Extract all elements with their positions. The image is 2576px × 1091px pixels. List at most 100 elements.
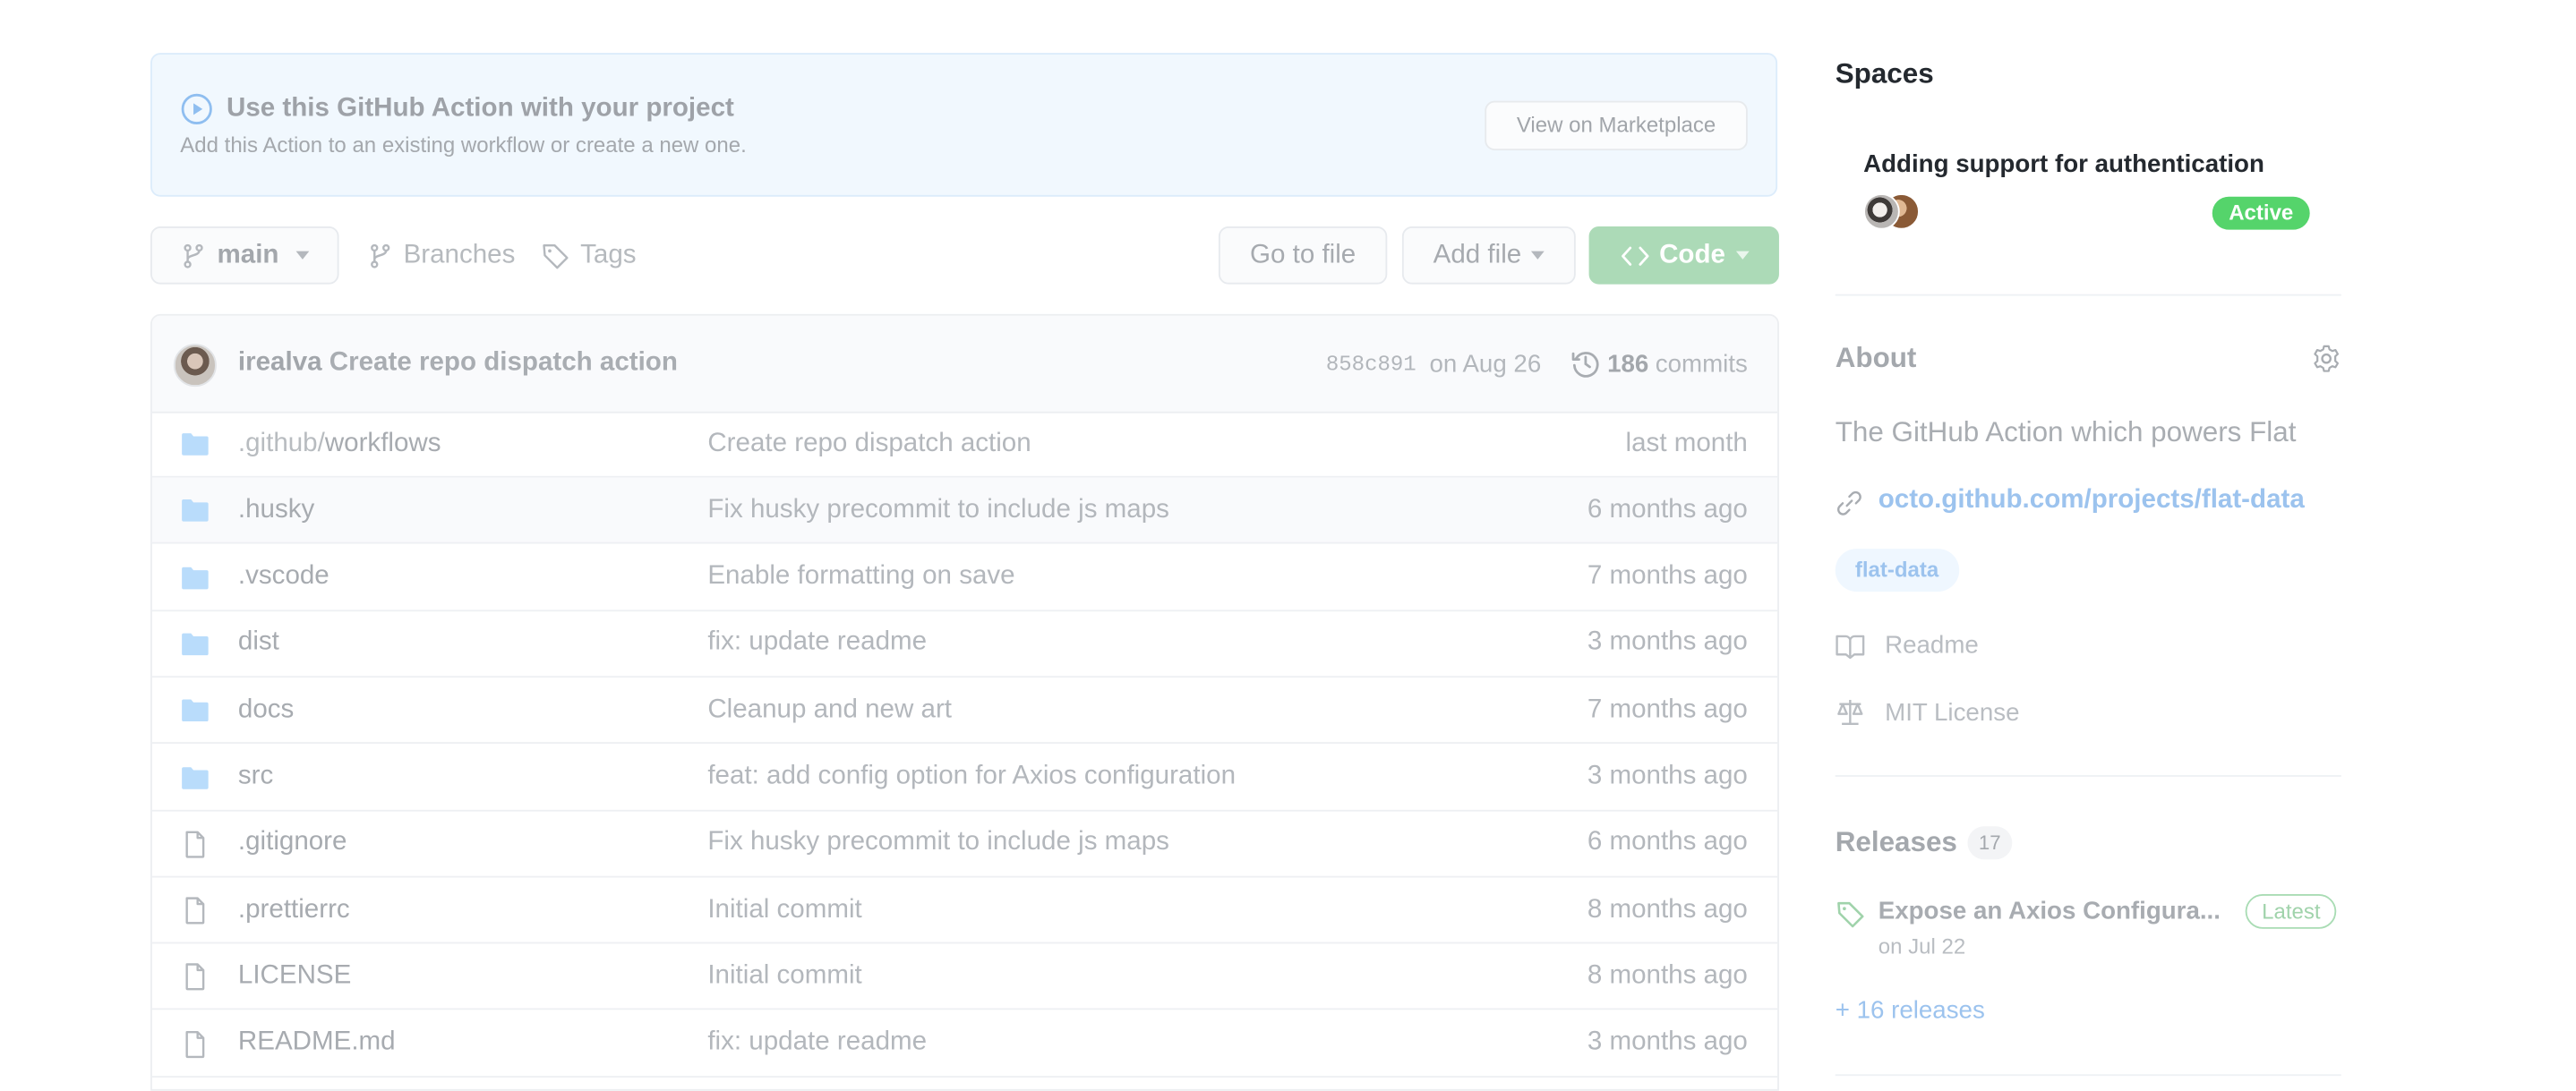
- avatar[interactable]: [173, 344, 217, 388]
- homepage-link[interactable]: octo.github.com/projects/flat-data: [1879, 486, 2305, 516]
- file-name-text: src: [237, 762, 274, 790]
- latest-commit-bar: irealva Create repo dispatch action 858c…: [151, 315, 1778, 413]
- file-icon: [185, 897, 205, 925]
- file-commit-message[interactable]: feat: add config option for Axios config…: [707, 762, 1236, 791]
- file-row[interactable]: .prettierrc Initial commit 8 months ago: [151, 878, 1778, 944]
- law-scale-icon: [1837, 700, 1863, 726]
- file-age: 6 months ago: [1587, 828, 1748, 857]
- file-name[interactable]: dist: [238, 628, 279, 658]
- spaces-heading: Spaces: [1835, 57, 1934, 89]
- file-commit-message[interactable]: fix: update readme: [707, 1028, 927, 1058]
- file-name-text: dist: [237, 628, 279, 657]
- file-name-text: .vscode: [237, 562, 329, 591]
- branch-select-button[interactable]: main: [150, 226, 339, 285]
- latest-badge: Latest: [2245, 894, 2338, 929]
- commit-message[interactable]: Create repo dispatch action: [329, 349, 678, 377]
- divider: [1835, 1074, 2341, 1077]
- file-path-prefix: .github/: [237, 429, 325, 457]
- tags-label: Tags: [580, 240, 637, 269]
- file-name-text: workflows: [324, 429, 441, 457]
- file-row[interactable]: src feat: add config option for Axios con…: [151, 745, 1778, 811]
- commit-author[interactable]: irealva: [238, 349, 322, 377]
- divider: [1835, 294, 2341, 296]
- file-age: 3 months ago: [1587, 628, 1748, 657]
- file-icon: [185, 964, 205, 992]
- commit-history-link[interactable]: 186 commits: [1571, 349, 1748, 379]
- commit-sha[interactable]: 858c891: [1326, 351, 1416, 376]
- file-row[interactable]: .gitignore Fix husky precommit to include…: [151, 811, 1778, 878]
- file-commit-message[interactable]: Fix husky precommit to include js maps: [707, 496, 1169, 525]
- latest-release-date: on Jul 22: [1878, 933, 1966, 959]
- file-age: 3 months ago: [1587, 762, 1748, 790]
- license-label: MIT License: [1885, 698, 2020, 727]
- branches-link[interactable]: Branches: [367, 226, 515, 285]
- file-name[interactable]: .vscode: [238, 562, 329, 592]
- file-icon: [185, 831, 205, 858]
- file-row[interactable]: .github/workflows Create repo dispatch ac…: [151, 412, 1778, 478]
- tags-link[interactable]: Tags: [541, 226, 637, 285]
- file-name[interactable]: .gitignore: [238, 829, 347, 858]
- gear-icon[interactable]: [2312, 344, 2341, 373]
- chevron-down-icon: [1735, 251, 1749, 260]
- go-to-file-button[interactable]: Go to file: [1218, 226, 1388, 285]
- file-commit-message[interactable]: fix: update readme: [707, 628, 927, 658]
- file-name[interactable]: .github/workflows: [238, 429, 441, 458]
- file-age: 8 months ago: [1587, 895, 1748, 924]
- license-link[interactable]: MIT License: [1836, 697, 2020, 727]
- topic-tag[interactable]: flat-data: [1835, 549, 1959, 592]
- latest-release-name[interactable]: Expose an Axios Configura...: [1879, 898, 2221, 925]
- play-circle-icon: [181, 93, 212, 124]
- add-file-button[interactable]: Add file: [1401, 226, 1576, 285]
- sidebar: Spaces Adding support for authentication…: [1835, 0, 2341, 1077]
- file-name[interactable]: .prettierrc: [238, 895, 350, 925]
- banner-subtitle: Add this Action to an existing workflow …: [180, 132, 747, 158]
- file-commit-message[interactable]: Create repo dispatch action: [707, 429, 1031, 458]
- file-name[interactable]: docs: [238, 695, 294, 725]
- file-name[interactable]: README.md: [238, 1028, 396, 1058]
- file-age: last month: [1625, 429, 1748, 457]
- file-table: irealva Create repo dispatch action 858c…: [150, 313, 1779, 1091]
- file-name[interactable]: .husky: [238, 496, 314, 525]
- releases-heading[interactable]: Releases: [1836, 826, 1957, 859]
- file-age: 8 months ago: [1587, 961, 1748, 990]
- file-commit-message[interactable]: Initial commit: [707, 895, 861, 925]
- file-age: 3 months ago: [1587, 1027, 1748, 1057]
- add-file-label: Add file: [1433, 240, 1522, 269]
- file-name-text: README.md: [237, 1027, 396, 1057]
- banner-title: Use this GitHub Action with your project: [226, 94, 734, 123]
- file-name-text: docs: [237, 695, 295, 724]
- file-icon: [185, 1030, 205, 1058]
- folder-icon: [182, 567, 209, 589]
- file-name[interactable]: src: [238, 762, 273, 791]
- file-row[interactable]: dist fix: update readme 3 months ago: [151, 611, 1778, 678]
- branches-label: Branches: [403, 240, 516, 269]
- releases-count-badge: 17: [1966, 826, 2013, 860]
- code-button[interactable]: Code: [1588, 226, 1779, 285]
- tag-icon: [543, 243, 569, 268]
- space-name[interactable]: Adding support for authentication: [1863, 150, 2264, 178]
- folder-icon: [182, 433, 209, 456]
- file-commit-message[interactable]: Initial commit: [707, 962, 861, 992]
- more-releases-link[interactable]: + 16 releases: [1836, 996, 1985, 1024]
- book-icon: [1836, 634, 1865, 659]
- file-row[interactable]: README.md fix: update readme 3 months ago: [151, 1011, 1778, 1078]
- folder-icon: [182, 766, 209, 788]
- space-avatars: [1863, 193, 1930, 230]
- file-name[interactable]: LICENSE: [238, 962, 351, 992]
- readme-link[interactable]: Readme: [1836, 631, 1979, 660]
- avatar: [1863, 193, 1900, 230]
- view-on-marketplace-button[interactable]: View on Marketplace: [1485, 100, 1748, 151]
- file-row[interactable]: .vscode Enable formatting on save 7 months…: [151, 545, 1778, 611]
- status-badge: Active: [2212, 196, 2310, 230]
- repo-description: The GitHub Action which powers Flat: [1835, 416, 2297, 448]
- file-name-text: .prettierrc: [237, 895, 350, 924]
- file-commit-message[interactable]: Fix husky precommit to include js maps: [707, 829, 1169, 858]
- file-row[interactable]: LICENSE Initial commit 8 months ago: [151, 944, 1778, 1010]
- file-row[interactable]: .husky Fix husky precommit to include js …: [151, 478, 1778, 545]
- file-commit-message[interactable]: Cleanup and new art: [707, 695, 952, 725]
- file-commit-message[interactable]: Enable formatting on save: [707, 562, 1014, 592]
- file-row[interactable]: docs Cleanup and new art 7 months ago: [151, 678, 1778, 745]
- readme-label: Readme: [1885, 631, 1979, 660]
- file-name-text: .gitignore: [237, 828, 347, 857]
- git-branch-icon: [184, 243, 204, 268]
